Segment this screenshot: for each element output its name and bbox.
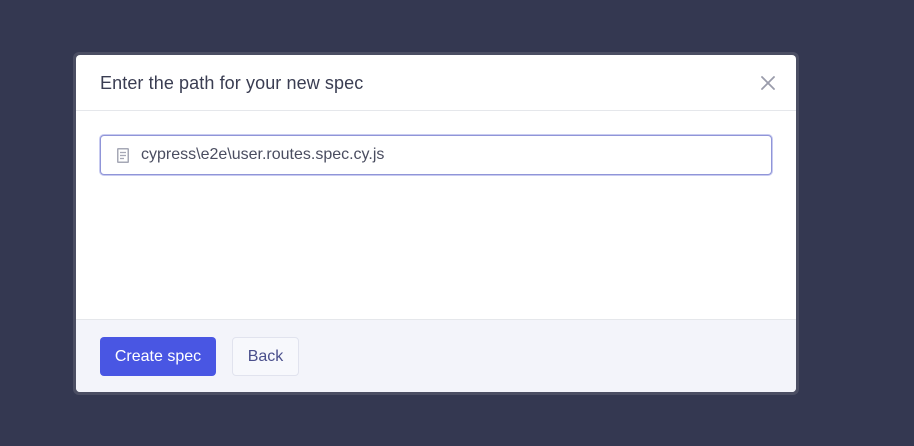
close-button[interactable] [756,71,780,95]
modal-frame: Enter the path for your new spec cypress… [73,52,799,395]
spec-path-input[interactable] [141,136,771,174]
modal-header: Enter the path for your new spec [76,55,796,111]
close-icon [761,76,775,90]
create-spec-button[interactable]: Create spec [100,337,216,376]
spec-path-field[interactable] [100,135,772,175]
modal-backdrop: Enter the path for your new spec cypress… [0,0,914,446]
modal-title: Enter the path for your new spec [100,73,364,93]
modal-body [76,111,796,319]
modal-footer: Create spec Back [76,319,796,392]
create-spec-dialog: Enter the path for your new spec cypress… [76,55,796,392]
file-icon [115,147,131,163]
back-button[interactable]: Back [232,337,299,376]
